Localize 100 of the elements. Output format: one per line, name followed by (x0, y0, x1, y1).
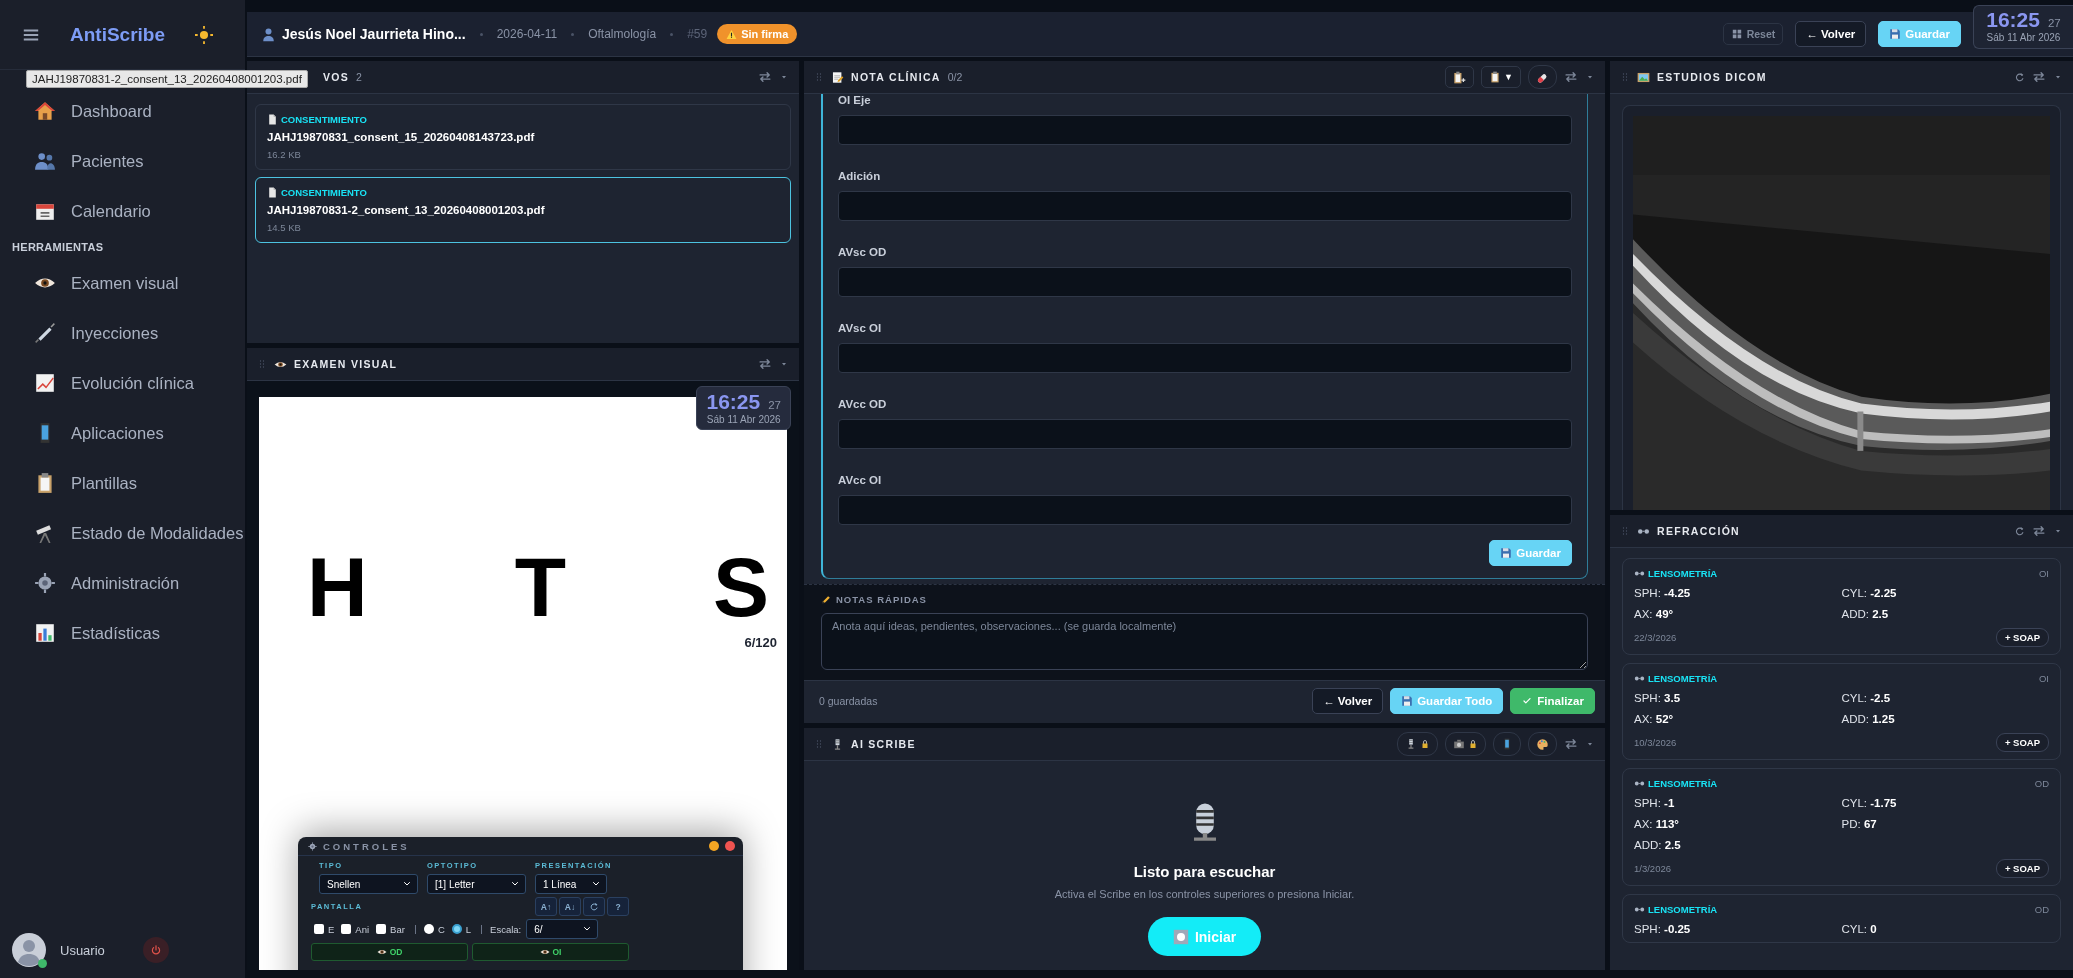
eye-button[interactable]: OD (311, 943, 468, 961)
note-count: 0/2 (947, 71, 963, 83)
add-soap-button[interactable]: + SOAP (1995, 628, 2049, 647)
tool-button[interactable]: A↑ (535, 897, 557, 916)
radio-option[interactable]: C (423, 923, 445, 935)
card-title: LENSOMETRÍA (1648, 778, 1718, 789)
sidebar-item[interactable]: Calendario (0, 186, 245, 236)
checkbox[interactable] (341, 924, 352, 934)
logout-button[interactable] (142, 937, 169, 963)
file-count: 2 (356, 71, 362, 83)
lock-icon (1468, 739, 1478, 749)
sidebar-item[interactable]: Evolución clínica (0, 358, 245, 408)
handle-icon[interactable] (814, 739, 824, 749)
checkbox-option[interactable]: Ani (341, 923, 370, 935)
input-field[interactable] (838, 343, 1572, 373)
handle-icon[interactable] (257, 359, 267, 369)
measurement-value: AX: 52° (1634, 713, 1675, 725)
medication-button[interactable] (1528, 65, 1557, 89)
sidebar-item[interactable]: Plantillas (0, 458, 245, 508)
input-field[interactable] (838, 115, 1572, 145)
optotype-letter: S (712, 545, 769, 629)
eye-label: OD (2034, 904, 2049, 915)
eye-label: OI (2038, 568, 2049, 579)
document-icon (267, 114, 278, 125)
refresh-icon[interactable] (2014, 71, 2025, 83)
select-field[interactable]: [1] Letter (427, 874, 526, 894)
status-badge: Sin firma (717, 24, 798, 44)
file-type: CONSENTIMIENTO (281, 114, 367, 125)
sun-icon (195, 25, 214, 44)
checkbox[interactable] (314, 924, 324, 934)
sidebar-item[interactable]: Dashboard (0, 86, 245, 136)
camera-lock-button[interactable] (1445, 732, 1486, 756)
refresh-icon[interactable] (2014, 525, 2025, 537)
file-card[interactable]: CONSENTIMIENTO JAHJ19870831-2_consent_13_20260408001203.pdf 14.5 KB (255, 177, 791, 243)
file-card[interactable]: CONSENTIMIENTO JAHJ19870831_consent_15_20260408143723.pdf 16.2 KB (255, 104, 791, 170)
theme-toggle-button[interactable] (193, 23, 216, 46)
clipboard-plus-icon (1453, 70, 1467, 84)
select-field[interactable]: 1 Línea (535, 874, 607, 894)
handle-icon[interactable] (1620, 526, 1630, 536)
sidebar-item[interactable]: Examen visual (0, 258, 245, 308)
floppy-icon (1889, 28, 1902, 40)
palette-button[interactable] (1528, 732, 1557, 756)
eye-button[interactable]: OI (472, 943, 629, 961)
sidebar-item[interactable]: Inyecciones (0, 308, 245, 358)
bar-chart-icon (34, 622, 56, 644)
input-field[interactable] (838, 267, 1572, 297)
select-field[interactable]: Snellen (319, 874, 418, 894)
reset-button[interactable] (583, 897, 605, 916)
handle-icon[interactable] (1620, 72, 1630, 82)
card-date: 10/3/2026 (1634, 737, 1677, 748)
checkbox-option[interactable]: E (314, 923, 335, 935)
radio-button[interactable] (423, 924, 434, 934)
microphone-lock-button[interactable] (1397, 732, 1438, 756)
swap-icon[interactable] (758, 357, 772, 371)
swap-icon[interactable] (1564, 70, 1578, 84)
sidebar-item[interactable]: Administración (0, 558, 245, 608)
measurement-value: ADD: 2.5 (1634, 839, 1682, 851)
field-label: Escala: (490, 923, 522, 935)
file-size: 16.2 KB (267, 149, 301, 160)
clipboard-icon (1489, 71, 1502, 83)
sidebar-item[interactable]: Pacientes (0, 136, 245, 186)
clock-time: 16:25 (1986, 8, 2040, 32)
tool-button[interactable]: ? (607, 897, 629, 916)
phone-button[interactable] (1493, 732, 1521, 756)
add-soap-button[interactable]: + SOAP (1995, 859, 2049, 878)
template-menu-button[interactable]: ▼ (1481, 66, 1521, 88)
toolbar-button[interactable]: Reset (1722, 23, 1784, 45)
checkbox-option[interactable]: Bar (376, 923, 405, 935)
handle-icon[interactable] (814, 72, 824, 82)
swap-icon[interactable] (1564, 737, 1578, 751)
sidebar-item[interactable]: Estadísticas (0, 608, 245, 658)
notes-field[interactable]: Anota aquí ideas, pendientes, observaciones... (se guarda localmente) (821, 613, 1588, 670)
input-field[interactable] (838, 419, 1572, 449)
toolbar-button[interactable]: ← Volver (1795, 21, 1867, 47)
sidebar-item[interactable]: Estado de Modalidades (0, 508, 245, 558)
radio-option[interactable]: L (451, 923, 472, 935)
measurement-value: SPH: 3.5 (1634, 692, 1682, 704)
tool-button[interactable]: A↓ (559, 897, 581, 916)
add-soap-button[interactable]: + SOAP (1995, 733, 2049, 752)
radio-button[interactable] (451, 924, 462, 934)
user-name: Usuario (60, 942, 105, 958)
user-avatar[interactable] (12, 933, 46, 967)
card-title: LENSOMETRÍA (1648, 673, 1718, 684)
gear-icon (308, 841, 317, 851)
power-icon (149, 944, 162, 956)
minimize-button[interactable] (709, 841, 719, 851)
swap-icon[interactable] (2032, 70, 2046, 84)
swap-icon[interactable] (2032, 524, 2046, 538)
add-template-button[interactable] (1445, 66, 1475, 88)
footer-button[interactable]: ← Volver (1312, 688, 1384, 714)
card-title: LENSOMETRÍA (1648, 904, 1718, 915)
close-button[interactable] (725, 841, 735, 851)
input-field[interactable] (838, 191, 1572, 221)
sidebar-item[interactable]: Aplicaciones (0, 408, 245, 458)
gear-icon (34, 572, 56, 594)
measurement-value: CYL: -2.25 (1841, 587, 1898, 599)
select-field[interactable]: 6/ (526, 919, 599, 939)
checkbox[interactable] (376, 924, 387, 934)
swap-icon[interactable] (758, 70, 772, 84)
input-field[interactable] (838, 495, 1572, 525)
